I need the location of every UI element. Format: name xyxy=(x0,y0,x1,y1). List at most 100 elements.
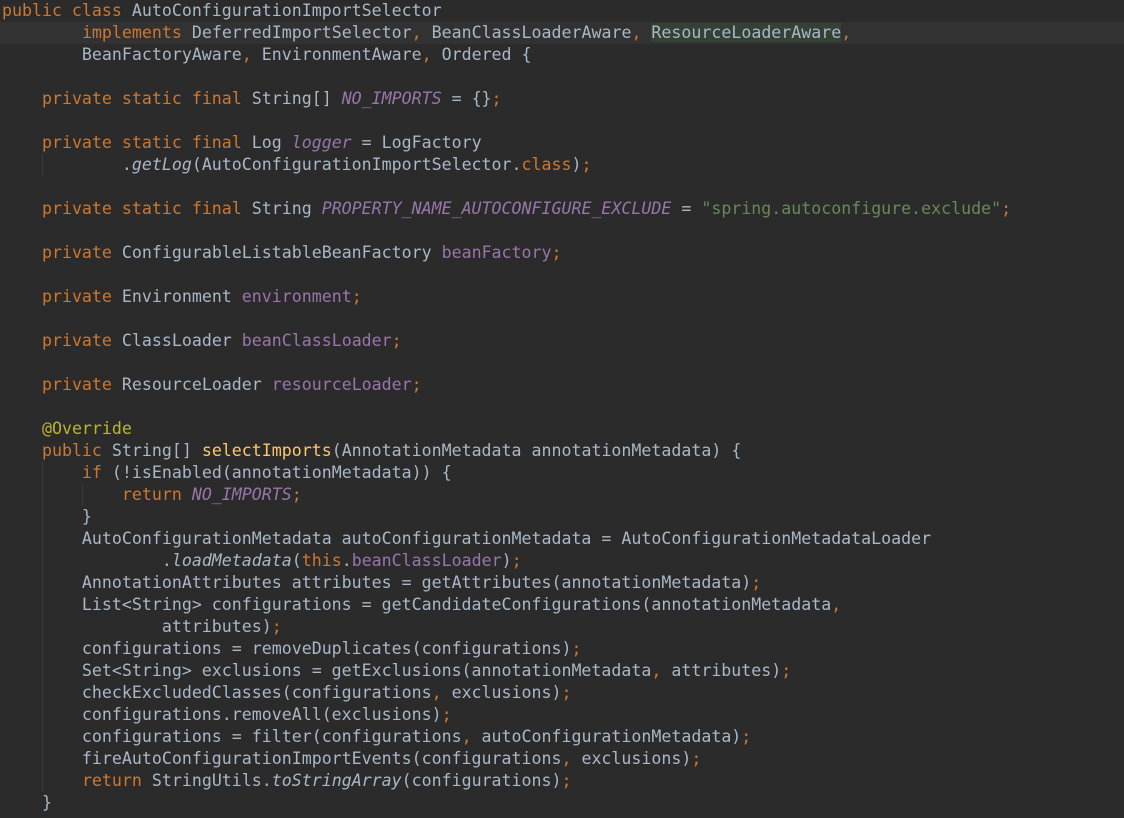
code-token: ; xyxy=(391,331,402,350)
code-token: exclusions) xyxy=(451,683,562,702)
code-token: sourceLoaderAware xyxy=(671,23,842,42)
code-token: ; xyxy=(691,749,702,768)
code-token: (AutoConfigurationImportSelector. xyxy=(191,155,522,174)
code-line[interactable]: AnnotationAttributes attributes = getAtt… xyxy=(2,572,761,594)
code-editor[interactable]: public class AutoConfigurationImportSele… xyxy=(0,0,1124,818)
code-token: ( xyxy=(291,551,302,570)
code-line[interactable]: checkExcludedClasses(configurations, exc… xyxy=(2,682,572,704)
code-line[interactable]: configurations.removeAll(exclusions); xyxy=(2,704,452,726)
code-line[interactable]: private Environment environment; xyxy=(2,286,362,308)
code-token: class xyxy=(521,155,572,174)
code-token: Set<String> exclusions = getExclusions(a… xyxy=(2,661,652,680)
code-token: , xyxy=(241,45,262,64)
code-line[interactable]: private ConfigurableListableBeanFactory … xyxy=(2,242,562,264)
code-token: = LogFactory xyxy=(351,133,482,152)
code-token: = {} xyxy=(441,89,492,108)
code-token: . xyxy=(341,551,352,570)
code-line[interactable]: public String[] selectImports(Annotation… xyxy=(2,440,741,462)
code-token: Environment xyxy=(121,287,242,306)
code-line[interactable]: implements DeferredImportSelector, BeanC… xyxy=(0,22,1124,44)
code-token: toStringArray xyxy=(271,771,402,790)
code-line[interactable]: } xyxy=(2,792,52,814)
code-token: (AnnotationMetadata annotationMetadata) … xyxy=(331,441,742,460)
code-token: private static final xyxy=(41,89,252,108)
code-token: @Override xyxy=(41,419,132,438)
code-token: if xyxy=(81,463,112,482)
code-token: ResourceLoader xyxy=(121,375,272,394)
code-line[interactable]: .getLog(AutoConfigurationImportSelector.… xyxy=(2,154,592,176)
code-token: selectImports xyxy=(201,441,332,460)
code-line[interactable]: return NO_IMPORTS; xyxy=(2,484,302,506)
code-token: AutoConfigurationMetadata autoConfigurat… xyxy=(2,529,932,548)
code-line[interactable]: BeanFactoryAware, EnvironmentAware, Orde… xyxy=(2,44,532,66)
code-line[interactable]: return StringUtils.toStringArray(configu… xyxy=(2,770,572,792)
code-token: , xyxy=(431,683,452,702)
code-token: private xyxy=(41,375,122,394)
code-line[interactable]: if (!isEnabled(annotationMetadata)) { xyxy=(2,462,452,484)
code-line[interactable]: configurations = removeDuplicates(config… xyxy=(2,638,582,660)
code-line[interactable]: attributes); xyxy=(2,616,282,638)
code-token: (!isEnabled(annotationMetadata)) { xyxy=(111,463,452,482)
code-token: checkExcludedClasses(configurations xyxy=(2,683,432,702)
code-token: configurations = removeDuplicates(config… xyxy=(2,639,572,658)
code-token: , xyxy=(561,749,582,768)
code-token: logger xyxy=(291,133,352,152)
code-token: ; xyxy=(741,727,752,746)
code-token: String[] xyxy=(111,441,202,460)
code-token: ClassLoader xyxy=(121,331,242,350)
code-token: configurations = filter(configurations xyxy=(2,727,462,746)
code-token: "spring.autoconfigure.exclude" xyxy=(701,199,1002,218)
code-token: , xyxy=(421,45,442,64)
code-line[interactable]: } xyxy=(2,506,92,528)
code-line[interactable]: @Override xyxy=(2,418,132,440)
code-token: public xyxy=(41,441,112,460)
code-token: ; xyxy=(271,617,282,636)
code-token: Ordered { xyxy=(441,45,532,64)
code-token: } xyxy=(2,793,52,812)
code-token: private xyxy=(41,331,122,350)
code-line[interactable]: private static final String[] NO_IMPORTS… xyxy=(2,88,502,110)
code-token: beanClassLoader xyxy=(241,331,392,350)
code-token: configurations.removeAll(exclusions) xyxy=(2,705,442,724)
code-line[interactable]: private static final Log logger = LogFac… xyxy=(2,132,482,154)
code-line[interactable]: public class AutoConfigurationImportSele… xyxy=(2,0,442,22)
code-token: , xyxy=(831,595,842,614)
code-line[interactable]: Set<String> exclusions = getExclusions(a… xyxy=(2,660,791,682)
code-token: loadMetadata xyxy=(171,551,292,570)
code-token: ; xyxy=(511,551,522,570)
code-token: public class xyxy=(2,1,132,20)
code-line[interactable]: private ClassLoader beanClassLoader; xyxy=(2,330,402,352)
code-token: String xyxy=(251,199,322,218)
code-line[interactable]: private static final String PROPERTY_NAM… xyxy=(2,198,1011,220)
code-line[interactable]: fireAutoConfigurationImportEvents(config… xyxy=(2,748,701,770)
code-token: NO_IMPORTS xyxy=(191,485,292,504)
code-token: AnnotationAttributes attributes = getAtt… xyxy=(2,573,752,592)
code-token: ; xyxy=(491,89,502,108)
code-token: EnvironmentAware xyxy=(261,45,422,64)
code-token: ; xyxy=(751,573,762,592)
code-token: ; xyxy=(581,155,592,174)
code-token: getLog xyxy=(131,155,192,174)
code-token: ; xyxy=(561,683,572,702)
code-line[interactable]: configurations = filter(configurations, … xyxy=(2,726,751,748)
code-line[interactable]: List<String> configurations = getCandida… xyxy=(2,594,841,616)
code-line[interactable]: AutoConfigurationMetadata autoConfigurat… xyxy=(2,528,931,550)
code-line[interactable]: .loadMetadata(this.beanClassLoader); xyxy=(2,550,522,572)
code-token: beanFactory xyxy=(441,243,552,262)
code-token: return xyxy=(121,485,192,504)
code-token: , xyxy=(631,23,652,42)
code-token: beanClassLoader xyxy=(351,551,502,570)
code-token: ; xyxy=(561,771,572,790)
code-token: NO_IMPORTS xyxy=(341,89,442,108)
code-token: ) xyxy=(501,551,512,570)
code-line[interactable]: private ResourceLoader resourceLoader; xyxy=(2,374,422,396)
code-token: private static final xyxy=(41,199,252,218)
code-token: private xyxy=(41,287,122,306)
code-token: ConfigurableListableBeanFactory xyxy=(121,243,442,262)
